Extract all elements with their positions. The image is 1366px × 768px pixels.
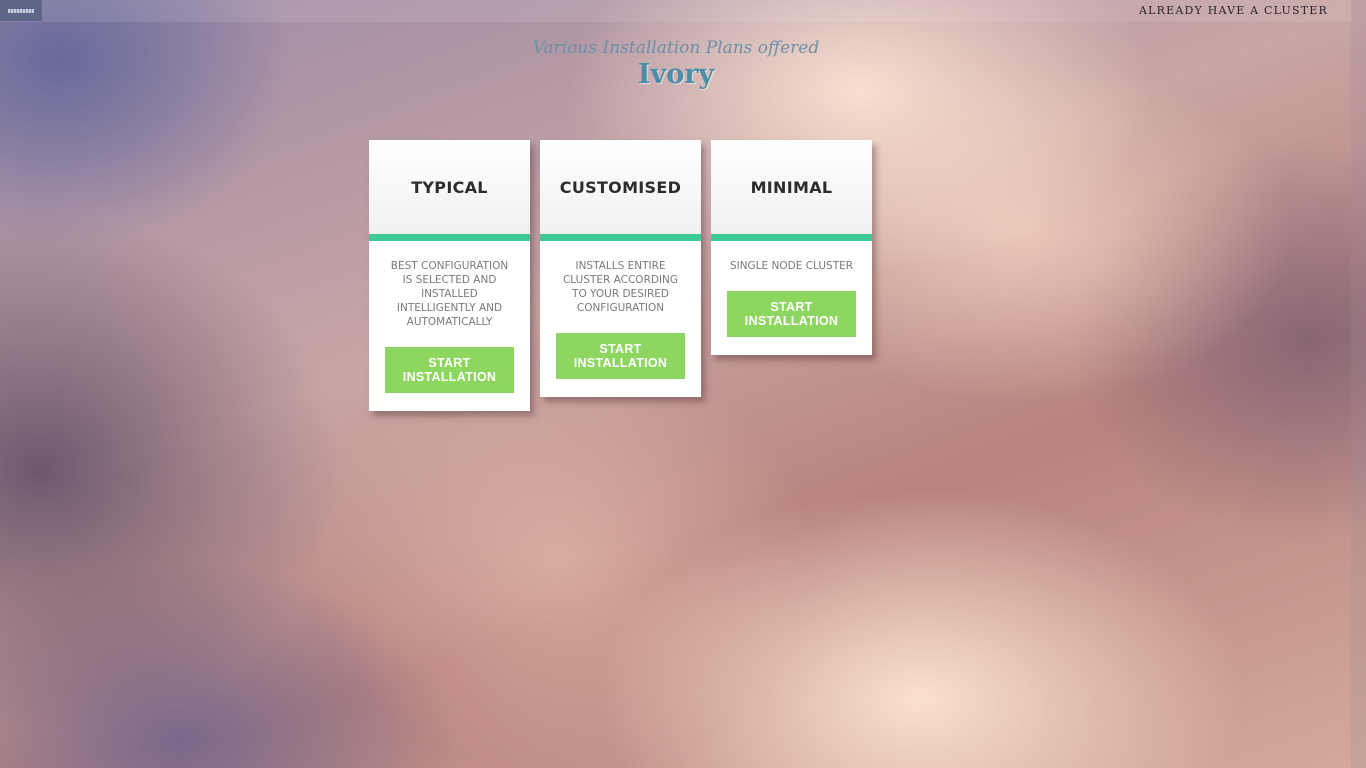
plan-title: CUSTOMISED [559, 177, 682, 197]
logo-icon [8, 8, 34, 13]
start-installation-typical-button[interactable]: START INSTALLATION [385, 347, 514, 393]
plan-card-body: SINGLE NODE CLUSTER START INSTALLATION [711, 241, 872, 355]
plan-card-minimal: MINIMAL SINGLE NODE CLUSTER START INSTAL… [711, 140, 872, 355]
plan-card-header: CUSTOMISED [540, 140, 701, 241]
plan-card-typical: TYPICAL BEST CONFIGURATION IS SELECTED A… [369, 140, 530, 411]
plan-card-header: MINIMAL [711, 140, 872, 241]
start-installation-minimal-button[interactable]: START INSTALLATION [727, 291, 856, 337]
installation-plans: TYPICAL BEST CONFIGURATION IS SELECTED A… [369, 140, 872, 411]
plan-description: INSTALLS ENTIRE CLUSTER ACCORDING TO YOU… [562, 260, 679, 314]
page-subtitle: Various Installation Plans offered [532, 38, 820, 58]
plan-card-customised: CUSTOMISED INSTALLS ENTIRE CLUSTER ACCOR… [540, 140, 701, 397]
start-installation-customised-button[interactable]: START INSTALLATION [556, 333, 685, 379]
plan-description: SINGLE NODE CLUSTER [729, 260, 854, 272]
plan-title: MINIMAL [750, 177, 833, 197]
plan-card-body: INSTALLS ENTIRE CLUSTER ACCORDING TO YOU… [540, 241, 701, 397]
app-logo[interactable] [0, 0, 42, 21]
page-header: Various Installation Plans offered Ivory [0, 36, 1352, 90]
page-title: Ivory [637, 59, 715, 90]
plan-title: TYPICAL [411, 177, 488, 197]
plan-description: BEST CONFIGURATION IS SELECTED AND INSTA… [390, 260, 509, 328]
plan-card-header: TYPICAL [369, 140, 530, 241]
top-bar: ALREADY HAVE A CLUSTER [0, 0, 1352, 22]
plan-card-body: BEST CONFIGURATION IS SELECTED AND INSTA… [369, 241, 530, 411]
already-have-cluster-link[interactable]: ALREADY HAVE A CLUSTER [1139, 4, 1328, 17]
vertical-scrollbar[interactable] [1351, 0, 1366, 768]
